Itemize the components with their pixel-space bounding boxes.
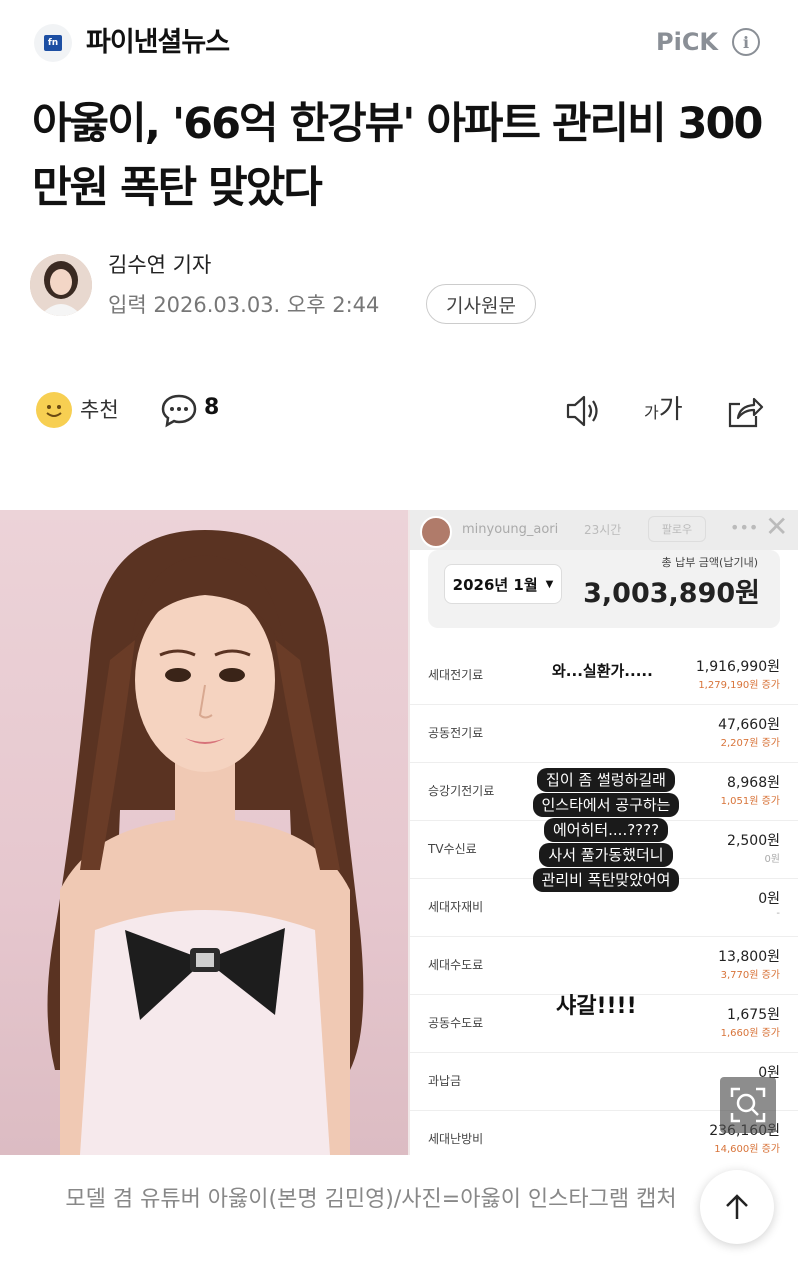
article-photo: minyoung_aori 23시간 팔로우 ••• ✕ 2026년 1월 ▼ …: [0, 510, 798, 1155]
overlay-wow-text: 와...실환가.....: [552, 662, 653, 680]
story-username: minyoung_aori: [462, 522, 559, 537]
bill-amount: 1,675원: [727, 1007, 780, 1023]
recommend-smile-icon[interactable]: [36, 392, 72, 428]
bill-amount: 2,500원: [727, 833, 780, 849]
arrow-up-icon: [726, 1194, 748, 1219]
publish-date: 입력 2026.03.03. 오후 2:44: [108, 293, 380, 317]
font-size-button[interactable]: 가가: [644, 394, 683, 429]
total-amount: 3,003,890원: [583, 578, 760, 609]
photo-caption: 모델 겸 유튜버 아옳이(본명 김민영)/사진=아옳이 인스타그램 캡처: [65, 1187, 677, 1212]
bill-label: TV수신료: [428, 842, 477, 856]
info-icon[interactable]: i: [732, 28, 760, 56]
bubble-line: 인스타에서 공구하는: [532, 793, 680, 817]
brand-logo[interactable]: fn: [34, 24, 72, 62]
month-label: 2026년 1월: [452, 575, 538, 594]
follow-button: 팔로우: [648, 516, 706, 542]
bill-diff: 1,660원 증가: [720, 1028, 780, 1039]
comment-count[interactable]: 8: [204, 393, 219, 423]
speaker-icon[interactable]: [564, 392, 604, 430]
bill-label: 공동전기료: [428, 726, 484, 740]
original-article-button[interactable]: 기사원문: [426, 284, 536, 324]
more-icon: •••: [730, 518, 759, 537]
bill-diff: 3,770원 증가: [720, 970, 780, 981]
bill-amount: 13,800원: [718, 949, 780, 965]
model-photo: [0, 510, 408, 1155]
bill-label: 세대전기료: [428, 668, 484, 682]
overlay-shock-text: 샤갈!!!!: [556, 994, 637, 1019]
close-icon: ✕: [765, 510, 789, 543]
bill-diff: 2,207원 증가: [720, 738, 780, 749]
pick-badge: PiCK: [656, 28, 719, 56]
bill-label: 세대난방비: [428, 1132, 484, 1146]
article-headline: 아옳이, '66억 한강뷰' 아파트 관리비 300만원 폭탄 맞았다: [32, 99, 763, 213]
instagram-story-screenshot: minyoung_aori 23시간 팔로우 ••• ✕ 2026년 1월 ▼ …: [410, 510, 798, 1155]
scroll-top-button[interactable]: [700, 1170, 774, 1244]
bill-row: 공동전기료 47,660원 2,207원 증가: [410, 706, 798, 763]
brand-name[interactable]: 파이낸셜뉴스: [86, 24, 230, 62]
bill-amount: 47,660원: [718, 717, 780, 733]
bill-summary-card: 2026년 1월 ▼ 총 납부 금액(납기내) 3,003,890원: [428, 550, 780, 628]
bill-label: 세대자재비: [428, 900, 484, 914]
author-name[interactable]: 김수연 기자: [108, 250, 211, 280]
month-selector: 2026년 1월 ▼: [444, 564, 562, 604]
story-time: 23시간: [584, 523, 622, 537]
bill-diff: -: [776, 908, 780, 919]
overlay-bubble-text: 집이 좀 썰렁하길래 인스타에서 공구하는 에어히터....???? 사서 풀가…: [506, 768, 706, 893]
bill-label: 공동수도료: [428, 1016, 484, 1030]
bill-label: 과납금: [428, 1074, 462, 1088]
bill-label: 승강기전기료: [428, 784, 495, 798]
brand-logo-mark: fn: [44, 35, 62, 51]
bill-label: 세대수도료: [428, 958, 484, 972]
bubble-line: 사서 풀가동했더니: [539, 843, 673, 867]
bill-diff: 0원: [764, 854, 780, 865]
chevron-down-icon: ▼: [545, 578, 554, 590]
bill-amount: 0원: [758, 891, 780, 907]
share-icon[interactable]: [724, 392, 764, 430]
bill-diff: 1,279,190원 증가: [698, 680, 780, 691]
story-avatar: [420, 516, 452, 548]
total-label: 총 납부 금액(납기내): [661, 556, 758, 569]
bubble-line: 에어히터....????: [543, 818, 669, 842]
font-size-small-label: 가: [644, 403, 659, 422]
font-size-large-label: 가: [658, 395, 683, 425]
bubble-line: 관리비 폭탄맞았어여: [532, 868, 680, 892]
bill-row: 세대수도료 13,800원 3,770원 증가: [410, 938, 798, 995]
bill-diff: 14,600원 증가: [714, 1144, 780, 1155]
bill-amount: 1,916,990원: [695, 659, 780, 675]
bubble-line: 집이 좀 썰렁하길래: [537, 768, 675, 792]
zoom-icon[interactable]: [720, 1077, 776, 1133]
recommend-label[interactable]: 추천: [80, 395, 119, 425]
story-header: minyoung_aori 23시간 팔로우 ••• ✕: [410, 510, 798, 550]
bill-amount: 8,968원: [727, 775, 780, 791]
comment-icon[interactable]: [160, 392, 198, 428]
author-avatar[interactable]: [30, 254, 92, 316]
bill-diff: 1,051원 증가: [720, 796, 780, 807]
